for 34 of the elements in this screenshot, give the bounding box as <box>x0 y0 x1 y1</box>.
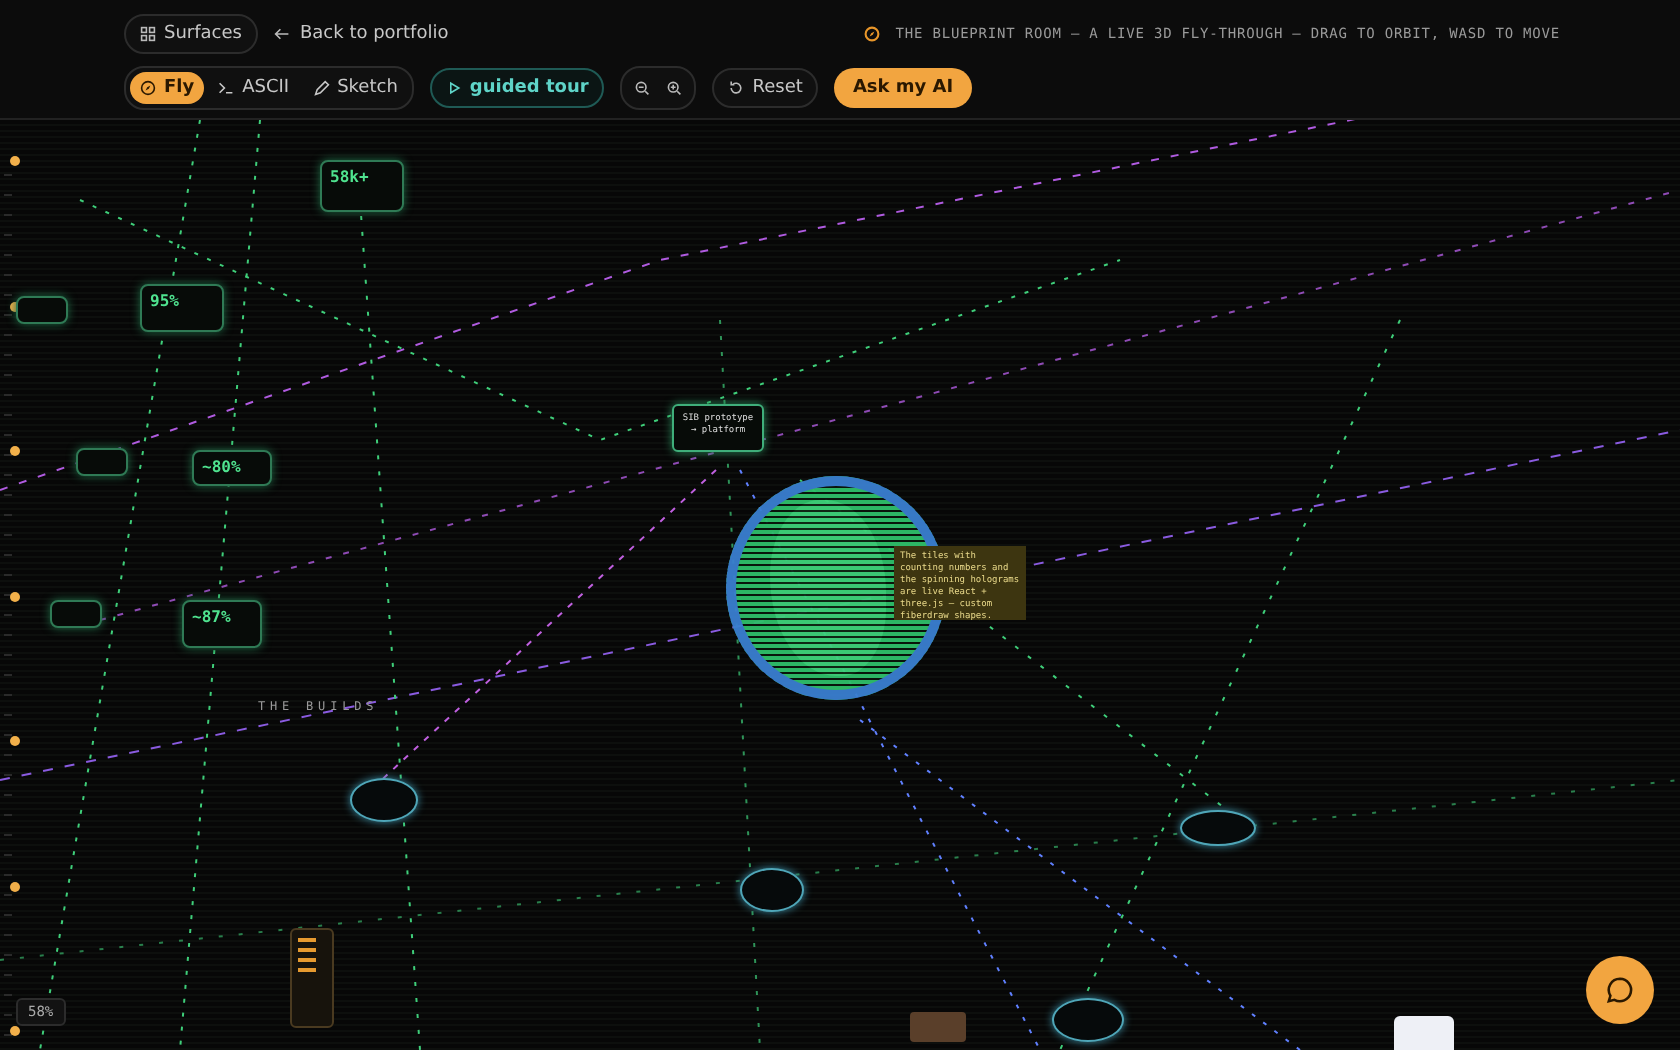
mode-tab[interactable]: Fly <box>130 71 205 103</box>
zoom-out-icon <box>634 79 651 95</box>
mode-tab[interactable]: Sketch <box>303 71 408 103</box>
stat-tile[interactable]: 95% <box>140 284 224 332</box>
stat-tile[interactable]: ~87% <box>182 600 262 648</box>
stat-tile[interactable]: 58k+ <box>320 160 404 212</box>
build-node[interactable] <box>1052 998 1124 1042</box>
ask-ai-button[interactable]: Ask my AI <box>834 67 972 107</box>
arrow-left-icon <box>273 25 290 41</box>
document-card <box>1394 1016 1454 1050</box>
stat-tile[interactable] <box>16 296 68 324</box>
terminal-icon <box>218 79 235 95</box>
back-link[interactable]: Back to portfolio <box>273 23 449 43</box>
stat-tile[interactable]: ~80% <box>192 450 272 486</box>
build-node[interactable] <box>740 868 804 912</box>
guided-tour-button[interactable]: guided tour <box>429 67 605 107</box>
phone-mockup <box>290 928 334 1028</box>
play-icon <box>445 79 462 95</box>
pencil-icon <box>313 79 330 95</box>
stat-tile[interactable] <box>76 448 128 476</box>
reset-button[interactable]: Reset <box>712 67 819 107</box>
stat-tile[interactable] <box>50 600 102 628</box>
compass-icon <box>863 25 880 41</box>
chat-button[interactable] <box>1586 956 1654 1024</box>
zoom-in-icon <box>666 79 683 95</box>
grid-icon <box>140 25 156 41</box>
surfaces-button[interactable]: Surfaces <box>124 13 258 53</box>
chat-icon <box>1604 974 1636 1006</box>
build-node[interactable] <box>1180 810 1256 846</box>
mode-tab[interactable]: ASCII <box>208 71 300 103</box>
photo-placeholder <box>910 1012 966 1042</box>
compass-icon <box>140 79 156 95</box>
reset-icon <box>728 79 745 95</box>
build-node[interactable] <box>350 778 418 822</box>
